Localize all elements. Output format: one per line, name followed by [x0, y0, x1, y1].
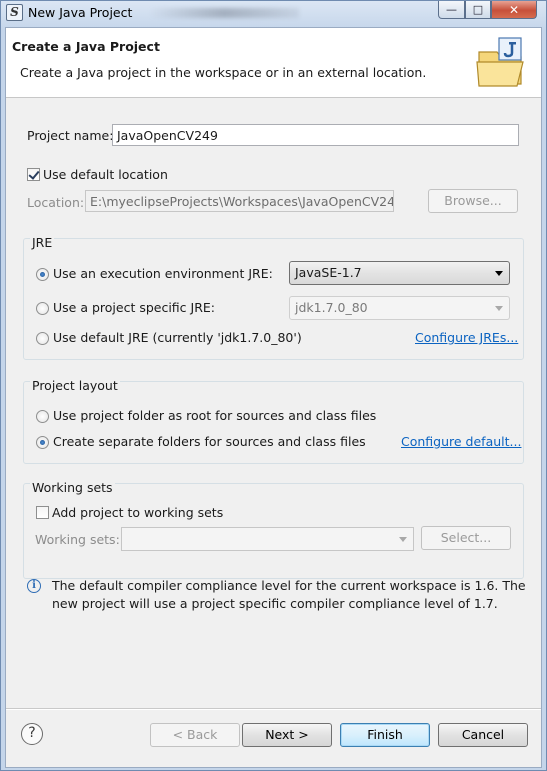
- info-icon: i: [27, 579, 41, 593]
- help-icon[interactable]: ?: [21, 723, 43, 745]
- working-sets-group: Working sets Add project to working sets…: [23, 480, 524, 579]
- project-specific-jre-label: Use a project specific JRE:: [53, 300, 215, 315]
- execution-env-jre-label: Use an execution environment JRE:: [53, 266, 273, 281]
- execution-env-combo[interactable]: JavaSE-1.7: [289, 261, 510, 285]
- chevron-down-icon: [399, 537, 407, 542]
- new-java-project-dialog: S New Java Project — □ ✕ Create a Java P…: [0, 0, 547, 771]
- project-specific-jre-value: jdk1.7.0_80: [295, 300, 368, 315]
- browse-button[interactable]: Browse...: [428, 189, 518, 213]
- location-label: Location:: [27, 195, 85, 210]
- execution-env-jre-radio[interactable]: [36, 268, 49, 281]
- project-layout-group-title: Project layout: [30, 378, 120, 393]
- project-specific-jre-radio[interactable]: [36, 302, 49, 315]
- add-to-working-sets-label: Add project to working sets: [52, 505, 224, 520]
- folder-as-root-label: Use project folder as root for sources a…: [53, 408, 377, 423]
- project-layout-group: Project layout Use project folder as roo…: [23, 378, 524, 464]
- cancel-button[interactable]: Cancel: [438, 723, 528, 747]
- wizard-banner: Create a Java Project Create a Java proj…: [6, 28, 541, 98]
- footer-separator: [6, 708, 541, 710]
- minimize-button[interactable]: —: [438, 1, 465, 19]
- banner-title: Create a Java Project: [12, 39, 160, 54]
- configure-default-link[interactable]: Configure default...: [401, 434, 521, 449]
- location-input[interactable]: E:\myeclipseProjects\Workspaces\JavaOpen…: [85, 190, 394, 212]
- title-bar[interactable]: S New Java Project — □ ✕: [1, 1, 546, 25]
- maximize-button[interactable]: □: [465, 1, 491, 19]
- default-jre-radio[interactable]: [36, 332, 49, 345]
- use-default-location-checkbox[interactable]: [27, 168, 40, 181]
- use-default-location-label: Use default location: [43, 167, 168, 182]
- project-name-label: Project name:: [27, 128, 114, 143]
- title-blur: [149, 8, 299, 18]
- separate-folders-label: Create separate folders for sources and …: [53, 434, 366, 449]
- default-jre-label: Use default JRE (currently 'jdk1.7.0_80'…: [53, 330, 302, 345]
- chevron-down-icon: [495, 306, 503, 311]
- configure-jres-link[interactable]: Configure JREs...: [415, 330, 518, 345]
- java-project-folder-icon: [476, 37, 524, 87]
- window-title: New Java Project: [28, 5, 133, 20]
- select-working-sets-button[interactable]: Select...: [421, 526, 511, 550]
- separate-folders-radio[interactable]: [36, 436, 49, 449]
- execution-env-value: JavaSE-1.7: [295, 265, 362, 280]
- add-to-working-sets-checkbox[interactable]: [36, 506, 49, 519]
- dialog-client-area: Create a Java Project Create a Java proj…: [5, 27, 542, 768]
- close-button[interactable]: ✕: [491, 1, 537, 19]
- next-button[interactable]: Next >: [242, 723, 332, 747]
- finish-button[interactable]: Finish: [340, 723, 430, 747]
- chevron-down-icon: [495, 271, 503, 276]
- jre-group-title: JRE: [30, 235, 55, 250]
- banner-description: Create a Java project in the workspace o…: [20, 65, 427, 80]
- working-sets-label: Working sets:: [35, 532, 120, 547]
- project-name-input[interactable]: JavaOpenCV249: [112, 124, 519, 146]
- jre-group: JRE Use an execution environment JRE: Ja…: [23, 235, 524, 360]
- folder-as-root-radio[interactable]: [36, 410, 49, 423]
- working-sets-group-title: Working sets: [30, 480, 115, 495]
- project-specific-jre-combo[interactable]: jdk1.7.0_80: [289, 296, 510, 320]
- app-icon: S: [6, 4, 23, 21]
- back-button[interactable]: < Back: [150, 723, 240, 747]
- compliance-info-message: The default compiler compliance level fo…: [52, 578, 526, 611]
- working-sets-combo[interactable]: [121, 527, 414, 551]
